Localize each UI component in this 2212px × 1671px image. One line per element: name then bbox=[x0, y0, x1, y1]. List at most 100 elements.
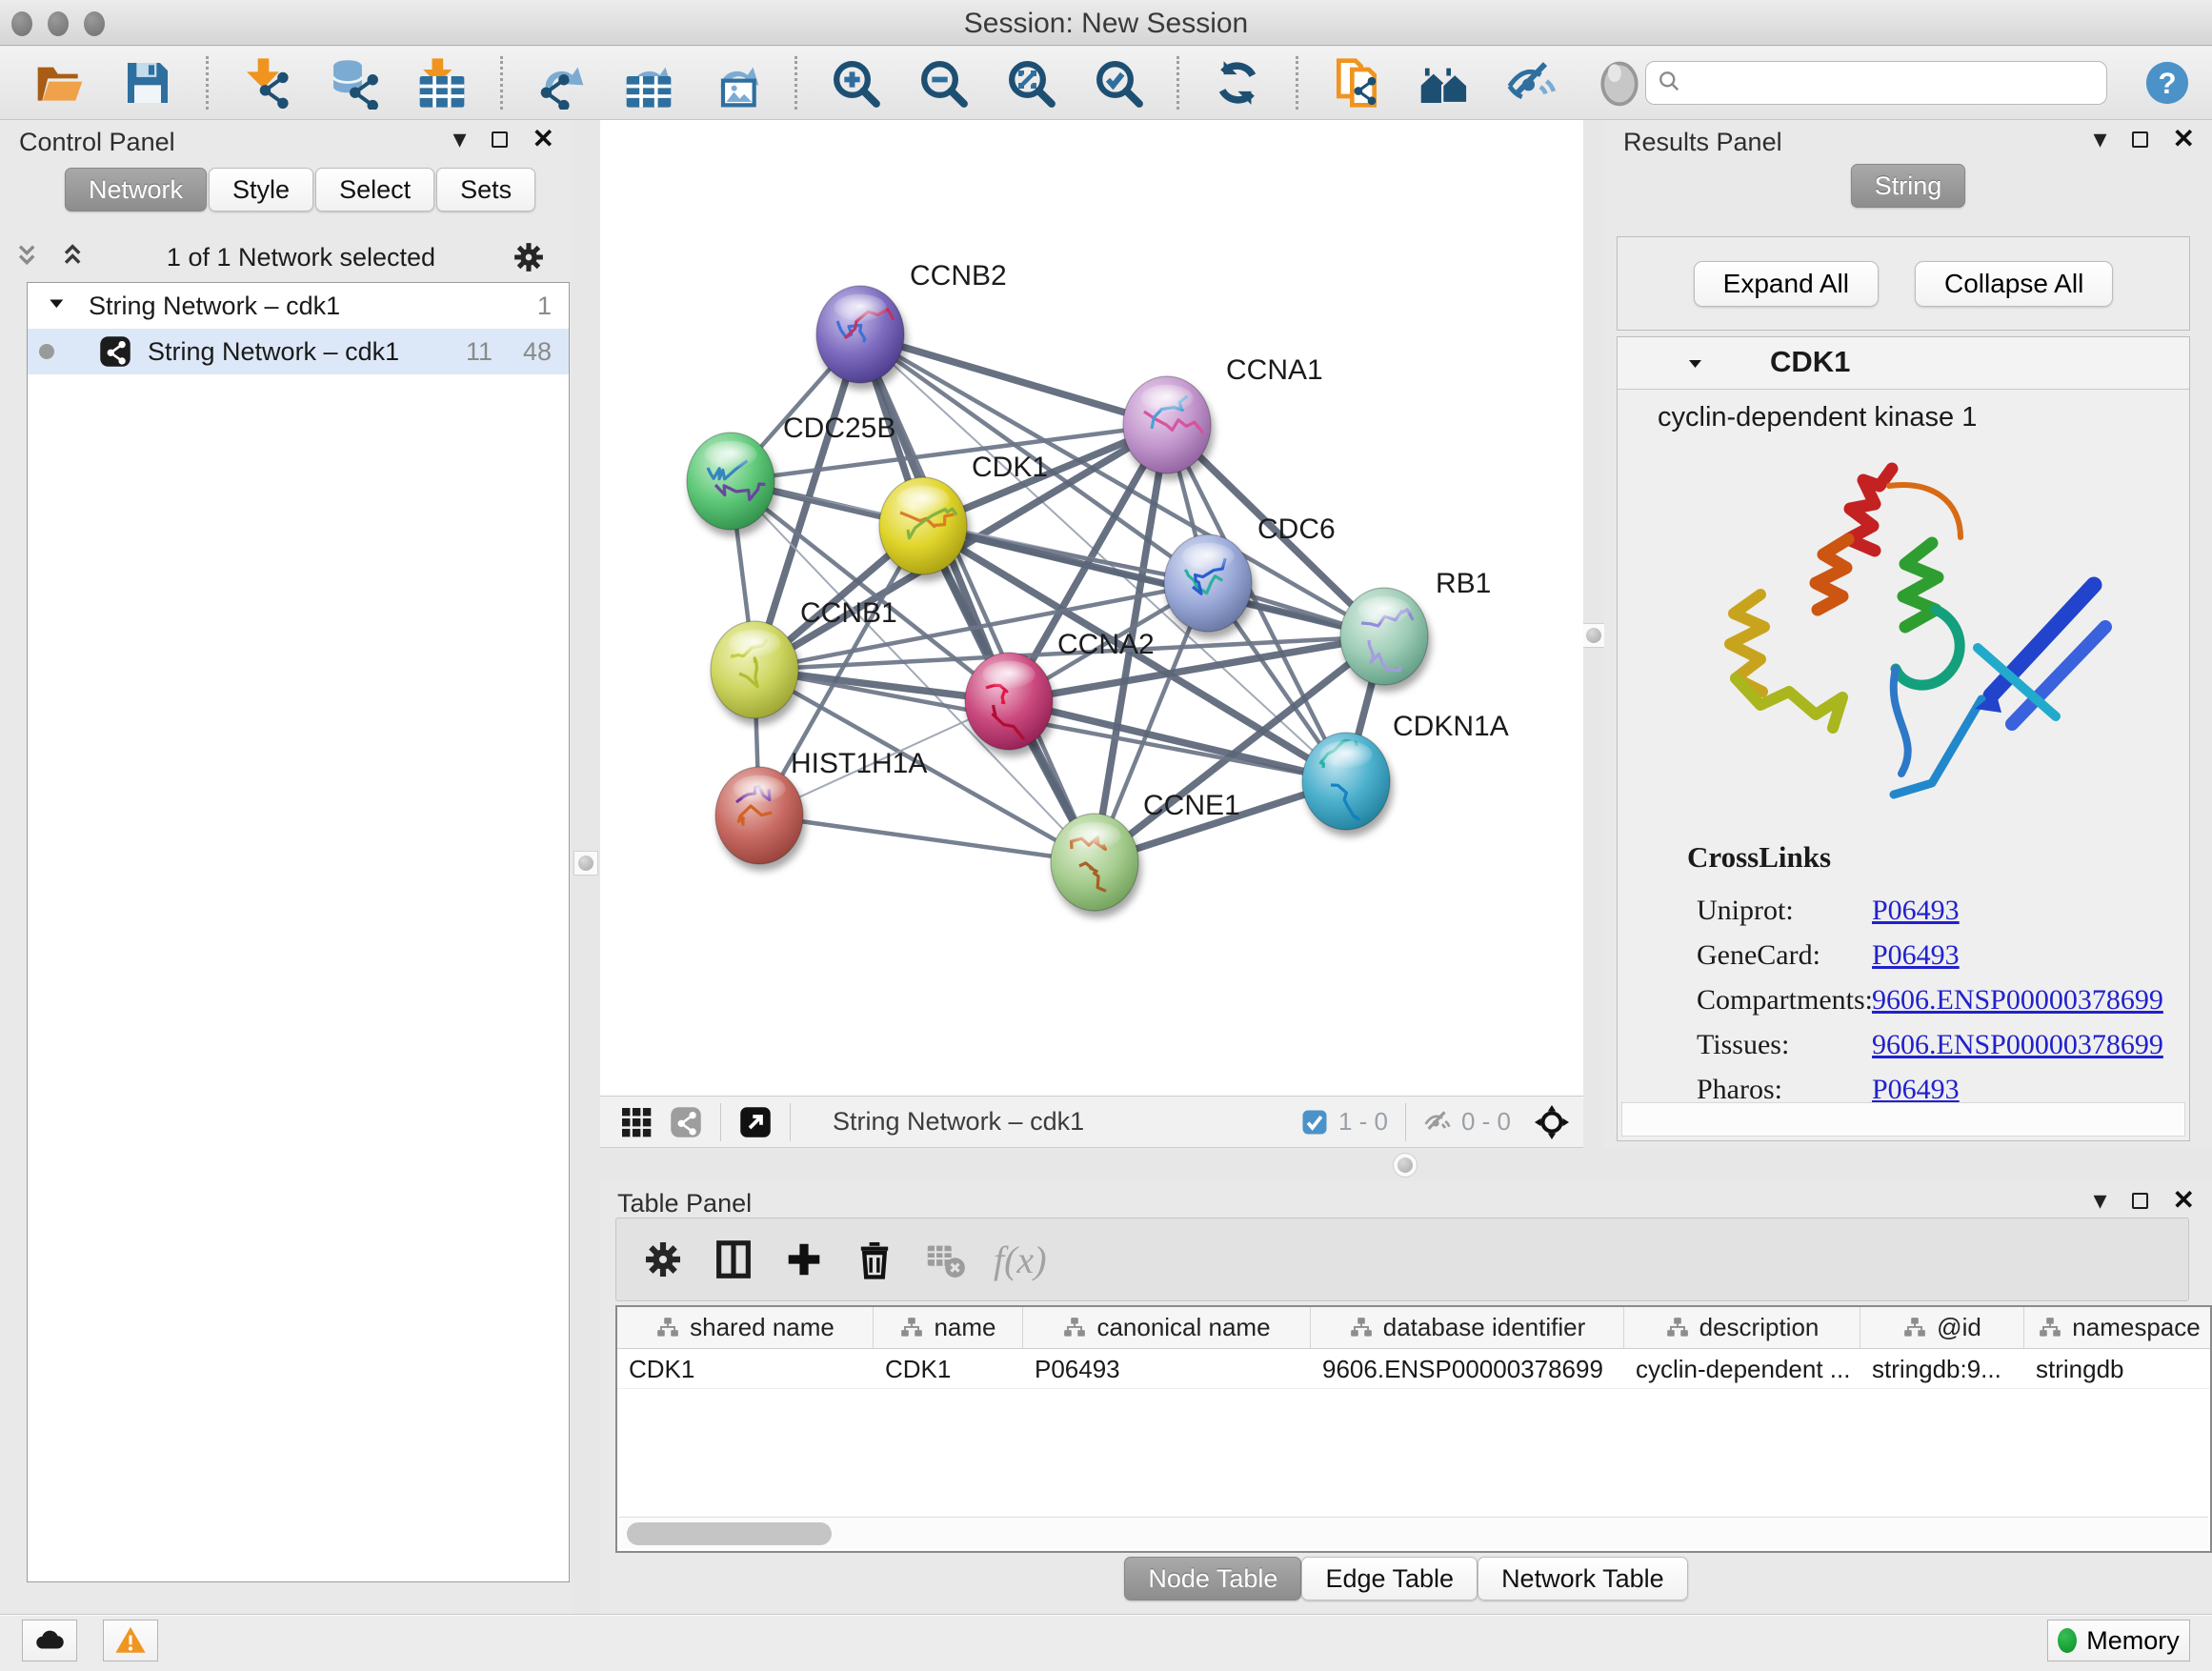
zoom-in-button[interactable] bbox=[826, 53, 885, 112]
crosslink-link[interactable]: 9606.ENSP00000378699 bbox=[1872, 1029, 2163, 1061]
expand-all-icon[interactable] bbox=[59, 241, 91, 273]
search-input[interactable] bbox=[1645, 61, 2107, 105]
horizontal-splitter-handle[interactable] bbox=[1393, 1153, 1418, 1178]
crosslink-link[interactable]: P06493 bbox=[1872, 939, 1960, 972]
memory-button[interactable]: Memory bbox=[2047, 1620, 2190, 1661]
table-cell[interactable]: P06493 bbox=[1023, 1349, 1311, 1388]
table-options-gear-icon[interactable] bbox=[641, 1238, 685, 1281]
zoom-selected-button[interactable] bbox=[1089, 53, 1148, 112]
tab-edge-table[interactable]: Edge Table bbox=[1301, 1557, 1478, 1601]
show-all-button[interactable] bbox=[1590, 53, 1649, 112]
tab-node-table[interactable]: Node Table bbox=[1124, 1557, 1301, 1601]
tab-sets[interactable]: Sets bbox=[436, 168, 535, 211]
hide-selected-button[interactable] bbox=[1502, 53, 1561, 112]
tab-network[interactable]: Network bbox=[65, 168, 207, 211]
grid-view-icon[interactable] bbox=[619, 1105, 654, 1139]
column-header-database-identifier[interactable]: database identifier bbox=[1311, 1307, 1624, 1348]
tab-network-table[interactable]: Network Table bbox=[1478, 1557, 1688, 1601]
table-cell[interactable]: cyclin-dependent ... bbox=[1624, 1349, 1860, 1388]
help-button[interactable]: ? bbox=[2143, 59, 2191, 107]
tab-style[interactable]: Style bbox=[209, 168, 313, 211]
table-close-icon[interactable]: ✕ bbox=[2173, 1187, 2195, 1214]
crosslink-link[interactable]: P06493 bbox=[1872, 1074, 1960, 1106]
add-column-icon[interactable] bbox=[782, 1238, 826, 1281]
import-database-button[interactable] bbox=[325, 53, 384, 112]
refresh-button[interactable] bbox=[1208, 53, 1267, 112]
collapse-all-icon[interactable] bbox=[13, 241, 46, 273]
network-edge[interactable] bbox=[759, 815, 1095, 862]
network-canvas[interactable]: CCNB2CCNA1CDC25BCDK1CDC6RB1CCNB1CCNA2CDK… bbox=[600, 120, 1583, 1096]
crosslink-link[interactable]: 9606.ENSP00000378699 bbox=[1872, 984, 2163, 1017]
network-collection-row[interactable]: String Network – cdk1 1 bbox=[28, 283, 569, 329]
zoom-fit-button[interactable] bbox=[1001, 53, 1060, 112]
export-network-button[interactable] bbox=[532, 53, 591, 112]
import-table-button[interactable] bbox=[412, 53, 472, 112]
network-options-gear-icon[interactable] bbox=[511, 239, 547, 275]
table-scrollbar-thumb[interactable] bbox=[627, 1522, 832, 1545]
results-menu-icon[interactable]: ▾ bbox=[2093, 126, 2106, 152]
clone-network-button[interactable] bbox=[1327, 53, 1386, 112]
save-button[interactable] bbox=[118, 53, 177, 112]
open-button[interactable] bbox=[30, 53, 90, 112]
panel-menu-icon[interactable]: ▾ bbox=[452, 126, 466, 152]
tab-string[interactable]: String bbox=[1851, 164, 1966, 208]
selected-nodes-checkbox-icon[interactable] bbox=[1300, 1108, 1329, 1137]
panel-float-icon[interactable] bbox=[492, 131, 508, 148]
table-cell[interactable]: stringdb bbox=[2024, 1349, 2212, 1388]
network-overview-icon[interactable] bbox=[669, 1105, 703, 1139]
table-cell[interactable]: 9606.ENSP00000378699 bbox=[1311, 1349, 1624, 1388]
table-menu-icon[interactable]: ▾ bbox=[2093, 1187, 2106, 1214]
column-header-shared-name[interactable]: shared name bbox=[617, 1307, 874, 1348]
warnings-button[interactable] bbox=[103, 1620, 158, 1661]
zoom-out-button[interactable] bbox=[914, 53, 973, 112]
detach-view-icon[interactable] bbox=[738, 1105, 773, 1139]
network-row[interactable]: String Network – cdk1 11 48 bbox=[28, 329, 569, 374]
network-node-CCNA2[interactable] bbox=[965, 653, 1053, 750]
collection-expand-icon[interactable] bbox=[47, 293, 71, 318]
gene-expand-icon[interactable] bbox=[1686, 354, 1709, 377]
column-header-name[interactable]: name bbox=[874, 1307, 1023, 1348]
column-header-canonical-name[interactable]: canonical name bbox=[1023, 1307, 1311, 1348]
birdseye-view-icon[interactable] bbox=[1534, 1104, 1570, 1140]
left-splitter-handle[interactable] bbox=[573, 851, 598, 876]
export-table-button[interactable] bbox=[619, 53, 678, 112]
results-scrollbar[interactable] bbox=[1621, 1102, 2185, 1137]
table-cell[interactable]: CDK1 bbox=[874, 1349, 1023, 1388]
network-node-CDC6[interactable] bbox=[1164, 534, 1252, 632]
import-network-button[interactable] bbox=[237, 53, 296, 112]
table-float-icon[interactable] bbox=[2132, 1193, 2148, 1209]
right-splitter-handle[interactable] bbox=[1581, 623, 1606, 648]
column-header-@id[interactable]: @id bbox=[1860, 1307, 2024, 1348]
network-node-CDC25B[interactable] bbox=[687, 433, 774, 530]
export-image-button[interactable] bbox=[707, 53, 766, 112]
results-close-icon[interactable]: ✕ bbox=[2173, 126, 2195, 152]
results-float-icon[interactable] bbox=[2132, 131, 2148, 148]
gene-header-row[interactable]: CDK1 bbox=[1618, 337, 2189, 390]
table-scrollbar[interactable] bbox=[619, 1517, 2208, 1549]
expand-all-button[interactable]: Expand All bbox=[1694, 261, 1879, 307]
right-splitter[interactable] bbox=[1583, 120, 1604, 1149]
crosslink-link[interactable]: P06493 bbox=[1872, 895, 1960, 927]
network-node-CCNE1[interactable] bbox=[1051, 814, 1138, 911]
show-columns-icon[interactable] bbox=[712, 1238, 755, 1281]
table-row[interactable]: CDK1CDK1P064939606.ENSP00000378699cyclin… bbox=[617, 1349, 2210, 1389]
hidden-items-icon[interactable] bbox=[1423, 1108, 1452, 1137]
network-node-CDKN1A[interactable] bbox=[1302, 733, 1390, 830]
delete-column-icon[interactable] bbox=[853, 1238, 896, 1281]
collapse-all-button[interactable]: Collapse All bbox=[1915, 261, 2113, 307]
home-button[interactable] bbox=[1415, 53, 1474, 112]
horizontal-splitter[interactable] bbox=[600, 1149, 2212, 1181]
network-node-RB1[interactable] bbox=[1340, 588, 1428, 685]
table-cell[interactable]: CDK1 bbox=[617, 1349, 874, 1388]
table-cell[interactable]: stringdb:9... bbox=[1860, 1349, 2024, 1388]
column-header-description[interactable]: description bbox=[1624, 1307, 1860, 1348]
panel-close-icon[interactable]: ✕ bbox=[533, 126, 554, 152]
network-edge[interactable] bbox=[1009, 701, 1346, 781]
cloud-button[interactable] bbox=[22, 1620, 77, 1661]
network-node-CDK1[interactable] bbox=[879, 477, 967, 574]
network-edge[interactable] bbox=[860, 334, 1167, 425]
tab-select[interactable]: Select bbox=[315, 168, 434, 211]
left-splitter[interactable] bbox=[572, 120, 600, 1614]
network-node-CCNB1[interactable] bbox=[711, 621, 798, 718]
column-header-namespace[interactable]: namespace bbox=[2024, 1307, 2212, 1348]
